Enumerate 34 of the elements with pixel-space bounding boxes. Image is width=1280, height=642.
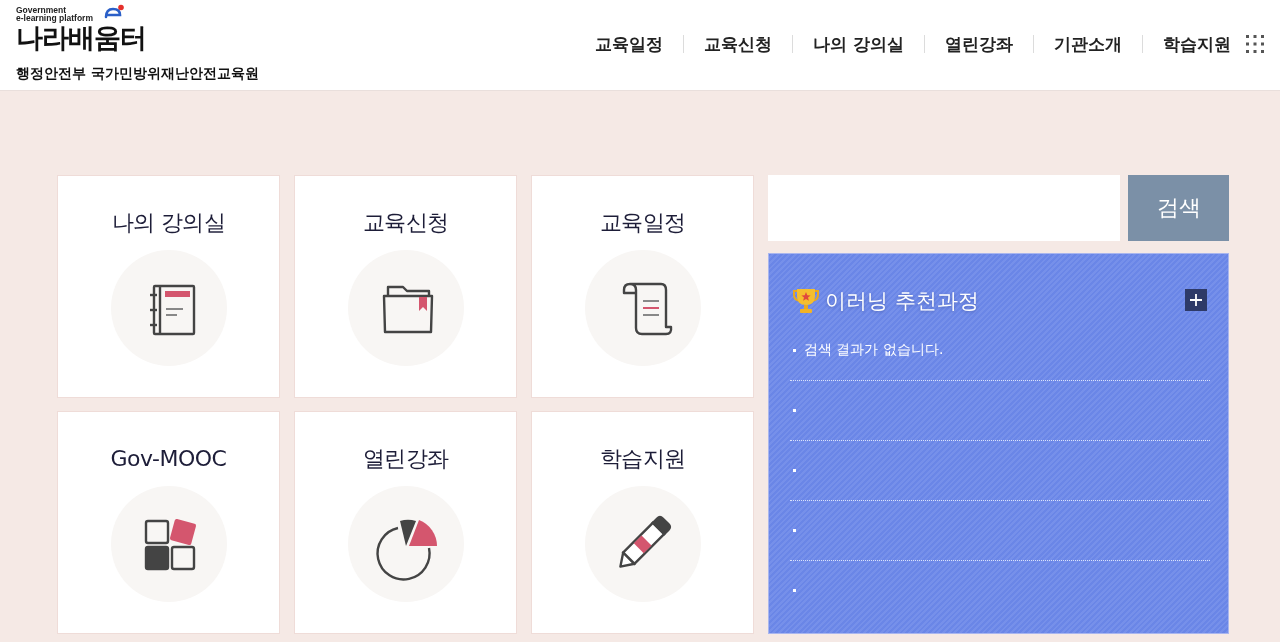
menu-card[interactable]: 나의 강의실 — [57, 175, 280, 398]
bullet-icon — [793, 529, 796, 532]
bullet-icon — [793, 469, 796, 472]
nav-link[interactable]: 나의 강의실 — [813, 34, 904, 54]
nav-link[interactable]: 교육일정 — [595, 34, 664, 54]
logo-tagline: e-learning platform — [16, 14, 93, 22]
menu-card[interactable]: 교육신청 — [294, 175, 517, 398]
squares-icon — [110, 486, 227, 602]
menu-card[interactable]: 교육일정 — [531, 175, 754, 398]
pencil-icon — [584, 486, 701, 602]
pie-chart-icon — [347, 486, 464, 602]
nav-link[interactable]: 학습지원 — [1163, 34, 1231, 54]
notebook-icon — [110, 250, 227, 366]
plus-icon — [1190, 294, 1202, 306]
folder-icon — [347, 250, 464, 366]
empty-result-text: 검색 결과가 없습니다. — [804, 341, 944, 359]
bullet-icon — [793, 589, 796, 592]
trophy-icon — [793, 287, 819, 315]
menu-card[interactable]: Gov-MOOC — [57, 411, 280, 634]
menu-card[interactable]: 열린강좌 — [294, 411, 517, 634]
organization-name: 행정안전부 국가민방위재난안전교육원 — [16, 65, 259, 81]
bullet-icon — [793, 409, 796, 412]
panel-title: 이러닝 추천과정 — [825, 288, 979, 315]
scroll-icon — [584, 250, 701, 366]
nav-link[interactable]: 교육신청 — [704, 34, 773, 54]
search-field[interactable] — [768, 175, 1120, 241]
logo-tagline: Government — [16, 6, 67, 14]
grid-menu-icon[interactable] — [1246, 35, 1264, 53]
nav-link[interactable]: 기관소개 — [1054, 34, 1122, 54]
logo-wordmark[interactable]: 나라배움터 — [16, 23, 146, 52]
menu-card[interactable]: 학습지원 — [531, 411, 754, 634]
more-button[interactable] — [1185, 289, 1207, 311]
nav-link[interactable]: 열린강좌 — [945, 34, 1013, 54]
bullet-icon — [793, 348, 796, 352]
